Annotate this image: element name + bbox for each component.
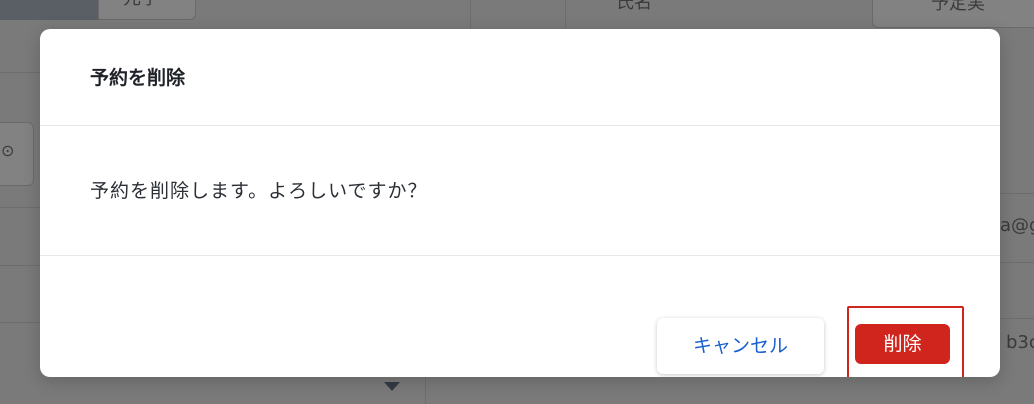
delete-button-focus-ring: 削除 xyxy=(847,306,964,377)
background-tab-active xyxy=(0,0,98,20)
background-header-button-label: 予定実 xyxy=(931,0,985,14)
delete-reservation-dialog: 予約を削除 予約を削除します。よろしいですか？ キャンセル 削除 xyxy=(40,29,1000,377)
background-icon-button: ⊙ xyxy=(0,122,34,186)
background-divider xyxy=(0,322,40,323)
background-divider xyxy=(470,0,471,30)
background-tab: 元予 xyxy=(98,0,196,20)
background-divider xyxy=(425,377,426,404)
background-clock-icon: ⊙ xyxy=(1,141,15,160)
background-divider xyxy=(1000,318,1034,319)
dialog-footer: キャンセル 削除 xyxy=(40,256,1000,377)
background-header-button: 予定実 xyxy=(872,0,1034,28)
background-column-header: 氏名 xyxy=(616,0,652,13)
background-divider xyxy=(1000,262,1034,263)
delete-button[interactable]: 削除 xyxy=(855,324,950,364)
background-divider xyxy=(565,0,566,30)
background-id-fragment: b3c xyxy=(1006,332,1034,353)
background-tab-label: 元予 xyxy=(123,0,159,10)
background-email-fragment: a@g xyxy=(1000,215,1034,236)
dialog-message: 予約を削除します。よろしいですか？ xyxy=(90,180,428,202)
dialog-title: 予約を削除 xyxy=(90,67,186,89)
background-divider xyxy=(0,72,40,73)
dialog-header: 予約を削除 xyxy=(40,29,1000,126)
background-divider xyxy=(1000,193,1034,194)
background-divider xyxy=(0,207,40,208)
background-caret-down-icon xyxy=(384,382,400,391)
background-divider xyxy=(0,265,40,266)
cancel-button[interactable]: キャンセル xyxy=(657,318,824,374)
dialog-body: 予約を削除します。よろしいですか？ xyxy=(40,126,1000,256)
